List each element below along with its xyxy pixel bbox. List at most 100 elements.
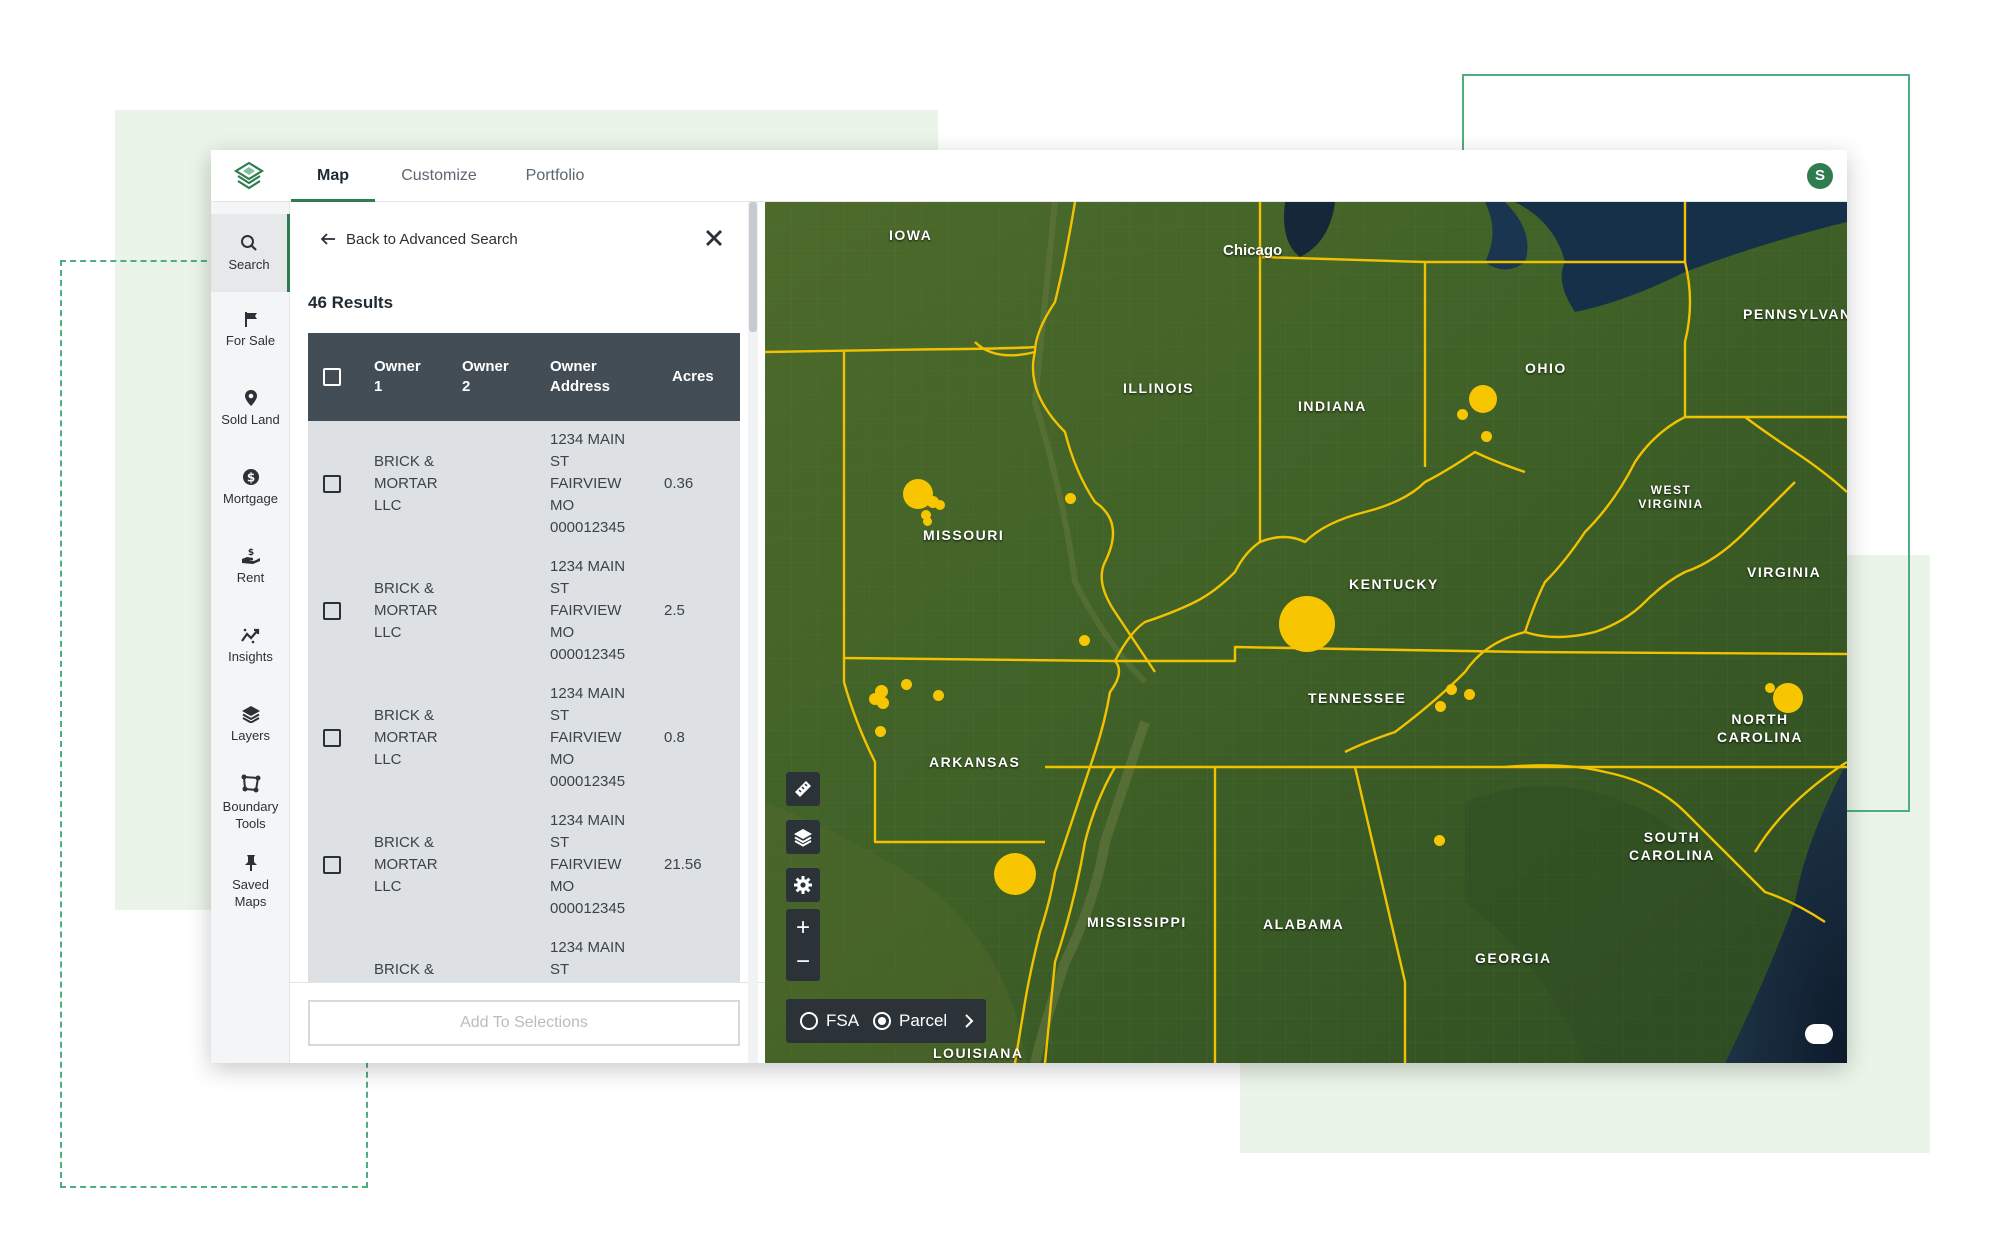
tab-customize[interactable]: Customize (386, 150, 492, 202)
state-label-arkansas: ARKANSAS (929, 754, 1021, 770)
results-panel: Back to Advanced Search 46 Results Owner… (290, 202, 768, 1063)
rail-item-boundary-tools[interactable]: Boundary Tools (211, 774, 290, 832)
search-icon (241, 235, 257, 251)
acres-cell: 0.36 (664, 475, 694, 492)
result-marker[interactable] (935, 500, 945, 510)
rail-label: Boundary Tools (222, 799, 279, 831)
close-icon[interactable] (702, 226, 726, 250)
acres-cell: 2.5 (664, 602, 685, 619)
svg-text:$: $ (247, 548, 253, 558)
measure-tool-button[interactable] (786, 772, 820, 806)
state-label-illinois: ILLINOIS (1123, 380, 1195, 396)
table-row[interactable]: BRICK & MORTAR LLC 1234 MAIN ST FAIRVIEW… (308, 802, 740, 929)
column-owner-1[interactable]: Owner 1 (374, 357, 430, 397)
flag-icon (244, 312, 257, 327)
row-checkbox[interactable] (323, 602, 341, 620)
result-marker[interactable] (923, 517, 932, 526)
fsa-radio[interactable] (800, 1012, 818, 1030)
result-marker[interactable] (1434, 835, 1445, 846)
hand-money-icon: $ (241, 548, 260, 564)
results-table: Owner 1 Owner 2 Owner Address Acres BRIC… (308, 333, 740, 993)
row-checkbox[interactable] (323, 729, 341, 747)
tab-portfolio[interactable]: Portfolio (509, 150, 601, 202)
result-marker[interactable] (1079, 635, 1090, 646)
result-marker[interactable] (877, 697, 889, 709)
parcel-radio[interactable] (873, 1012, 891, 1030)
svg-text:$: $ (246, 471, 254, 485)
rail-item-mortgage[interactable]: $ Mortgage (211, 468, 290, 507)
map-layers-button[interactable] (786, 820, 820, 854)
owner-address-cell: 1234 MAIN ST FAIRVIEW MO 000012345 (550, 812, 626, 917)
table-row[interactable]: BRICK & MORTAR LLC 1234 MAIN ST FAIRVIEW… (308, 421, 740, 548)
row-checkbox[interactable] (323, 856, 341, 874)
owner-1-cell: BRICK & MORTAR LLC (374, 834, 438, 895)
result-marker[interactable] (1481, 431, 1492, 442)
rail-label: Sold Land (221, 412, 280, 427)
result-marker[interactable] (1773, 683, 1803, 713)
acres-cell: 21.56 (664, 856, 702, 873)
result-marker[interactable] (1457, 409, 1468, 420)
rail-item-sold-land[interactable]: Sold Land (211, 389, 290, 428)
table-row[interactable]: BRICK & MORTAR LLC 1234 MAIN ST FAIRVIEW… (308, 548, 740, 675)
rail-label: Insights (228, 649, 273, 664)
column-owner-2[interactable]: Owner 2 (462, 357, 518, 397)
owner-1-cell: BRICK & MORTAR LLC (374, 453, 438, 514)
rail-item-layers[interactable]: Layers (211, 705, 290, 744)
state-label-pennsylvania: PENNSYLVAN (1743, 306, 1847, 322)
table-row[interactable]: BRICK & MORTAR LLC 1234 MAIN ST FAIRVIEW… (308, 675, 740, 802)
column-owner-address[interactable]: Owner Address (550, 357, 630, 397)
state-label-alabama: ALABAMA (1263, 916, 1345, 932)
back-to-advanced-search-link[interactable]: Back to Advanced Search (320, 228, 518, 250)
add-to-selections-button[interactable]: Add To Selections (308, 1000, 740, 1046)
map-settings-button[interactable] (786, 868, 820, 902)
state-label-ohio: OHIO (1525, 360, 1567, 376)
result-marker[interactable] (1065, 493, 1076, 504)
app-window: Map Customize Portfolio S Search For Sal… (211, 150, 1847, 1063)
zoom-out-button[interactable]: − (786, 947, 820, 977)
back-link-label: Back to Advanced Search (346, 230, 518, 248)
result-marker[interactable] (933, 690, 944, 701)
owner-1-cell: BRICK & MORTAR LLC (374, 707, 438, 768)
owner-address-cell: 1234 MAIN ST FAIRVIEW MO 000012345 (550, 685, 626, 790)
state-label-kentucky: KENTUCKY (1349, 576, 1439, 592)
state-label-louisiana: LOUISIANA (933, 1045, 1024, 1061)
state-label-north-carolina: NORTH CAROLINA (1717, 711, 1803, 745)
chevron-right-icon[interactable] (964, 1014, 974, 1028)
owner-address-cell: 1234 MAIN ST FAIRVIEW MO 000012345 (550, 431, 626, 536)
panel-scrollbar-thumb[interactable] (749, 202, 757, 332)
layers-icon (241, 706, 260, 723)
result-marker[interactable] (1469, 385, 1497, 413)
rail-item-insights[interactable]: Insights (211, 626, 290, 665)
map-view[interactable]: IOWA ILLINOIS INDIANA OHIO PENNSYLVAN MI… (765, 202, 1847, 1063)
rail-item-search[interactable]: Search (211, 214, 290, 292)
city-label-chicago: Chicago (1223, 242, 1283, 259)
base-layer-toggle: FSA Parcel (786, 999, 986, 1043)
zoom-in-button[interactable]: + (786, 913, 820, 943)
top-bar: Map Customize Portfolio S (211, 150, 1847, 202)
result-marker[interactable] (1765, 683, 1775, 693)
owner-address-cell: 1234 MAIN ST FAIRVIEW MO 000012345 (550, 558, 626, 663)
tab-map[interactable]: Map (291, 150, 375, 202)
rail-item-saved-maps[interactable]: Saved Maps (211, 854, 290, 910)
state-label-virginia: VIRGINIA (1747, 564, 1822, 580)
result-marker[interactable] (1435, 701, 1446, 712)
column-acres[interactable]: Acres (672, 367, 732, 387)
user-avatar[interactable]: S (1807, 163, 1833, 189)
dollar-icon: $ (242, 469, 259, 485)
navigation-rail: Search For Sale Sold Land $ Mortgage $ R… (211, 202, 290, 1063)
state-label-south-carolina: SOUTH CAROLINA (1629, 829, 1715, 863)
result-marker[interactable] (901, 679, 912, 690)
result-marker[interactable] (875, 726, 886, 737)
state-label-georgia: GEORGIA (1475, 950, 1552, 966)
rail-item-for-sale[interactable]: For Sale (211, 310, 290, 349)
select-all-checkbox[interactable] (323, 368, 341, 386)
logo-icon[interactable] (233, 160, 265, 192)
result-marker[interactable] (1279, 596, 1335, 652)
result-marker[interactable] (1446, 684, 1457, 695)
row-checkbox[interactable] (323, 475, 341, 493)
rail-item-rent[interactable]: $ Rent (211, 547, 290, 586)
result-marker[interactable] (1464, 689, 1475, 700)
result-marker[interactable] (994, 853, 1036, 895)
trend-icon (240, 628, 259, 644)
map-attribution-toggle[interactable] (1805, 1024, 1833, 1044)
